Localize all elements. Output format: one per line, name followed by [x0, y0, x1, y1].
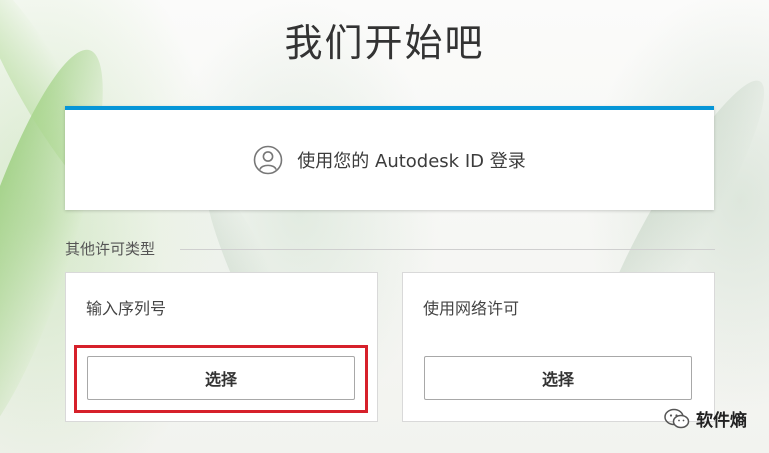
- page-title: 我们开始吧: [284, 21, 485, 65]
- autodesk-id-signin-card[interactable]: 使用您的 Autodesk ID 登录: [65, 106, 714, 210]
- wechat-icon: [664, 408, 690, 428]
- watermark-text: 软件熵: [696, 411, 747, 431]
- other-licenses-heading: 其他许可类型: [65, 240, 156, 258]
- user-circle-icon: [253, 145, 283, 175]
- watermark: 软件熵: [664, 406, 747, 431]
- network-license-option-title: 使用网络许可: [423, 299, 520, 318]
- red-highlight-annotation: [74, 345, 368, 413]
- network-license-option-card: 使用网络许可 选择: [402, 272, 715, 422]
- signin-label: 使用您的 Autodesk ID 登录: [297, 151, 526, 172]
- serial-number-option-title: 输入序列号: [86, 299, 167, 318]
- section-divider: [180, 249, 715, 250]
- network-license-select-button[interactable]: 选择: [424, 356, 692, 400]
